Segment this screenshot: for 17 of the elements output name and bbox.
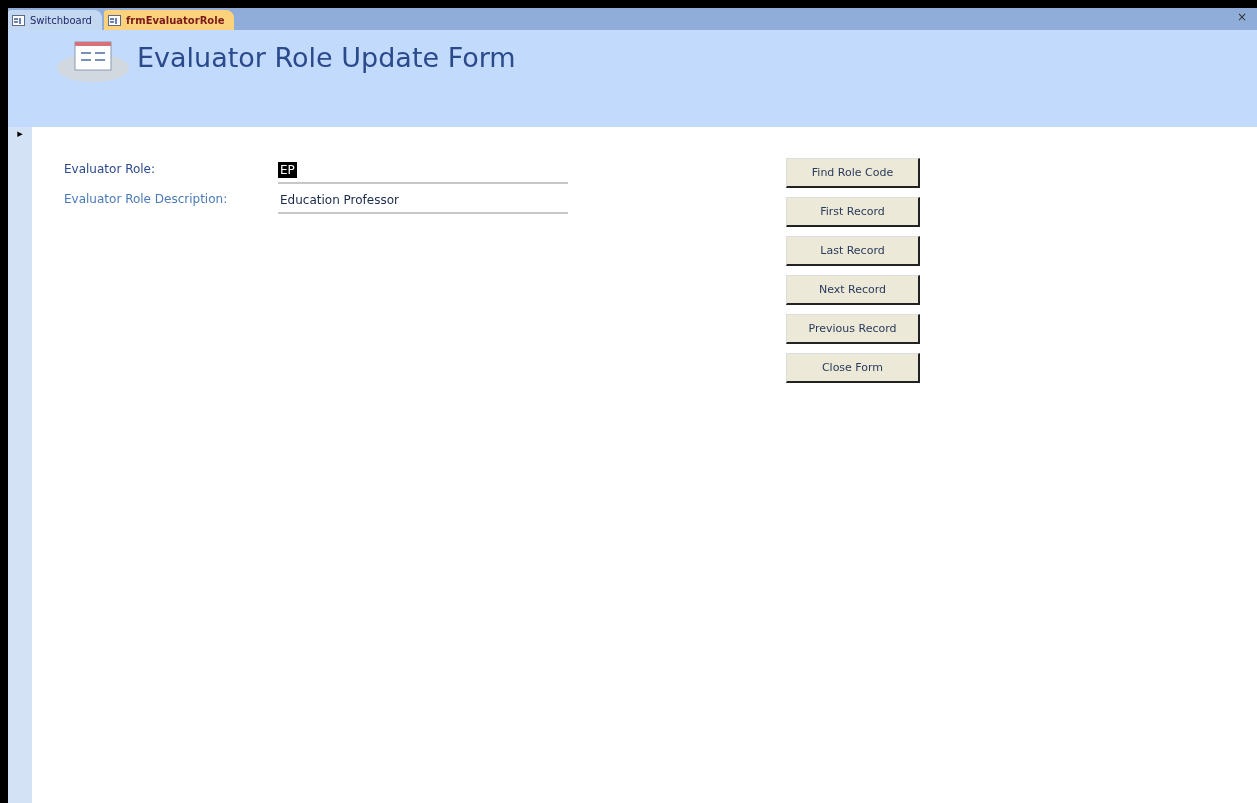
form-icon xyxy=(12,14,25,26)
close-button[interactable]: × xyxy=(1226,10,1257,28)
form-button[interactable]: Last Record xyxy=(786,236,920,266)
tab[interactable]: frmEvaluatorRole xyxy=(103,10,235,30)
record-selector[interactable]: ▸ xyxy=(8,127,32,803)
form-button[interactable]: Close Form xyxy=(786,353,920,383)
text-field[interactable]: Education Professor xyxy=(278,183,568,214)
form-button[interactable]: Previous Record xyxy=(786,314,920,344)
form-button[interactable]: Find Role Code xyxy=(786,158,920,188)
text-field[interactable]: EP xyxy=(278,153,568,184)
field-label: Evaluator Role Description: xyxy=(64,191,229,206)
form-icon xyxy=(107,14,121,26)
form-button[interactable]: First Record xyxy=(786,197,920,227)
form-button[interactable]: Next Record xyxy=(786,275,920,305)
form-title: Evaluator Role Update Form xyxy=(137,42,516,73)
field-label: Evaluator Role: xyxy=(64,161,157,176)
tab[interactable]: Switchboard xyxy=(8,10,102,30)
